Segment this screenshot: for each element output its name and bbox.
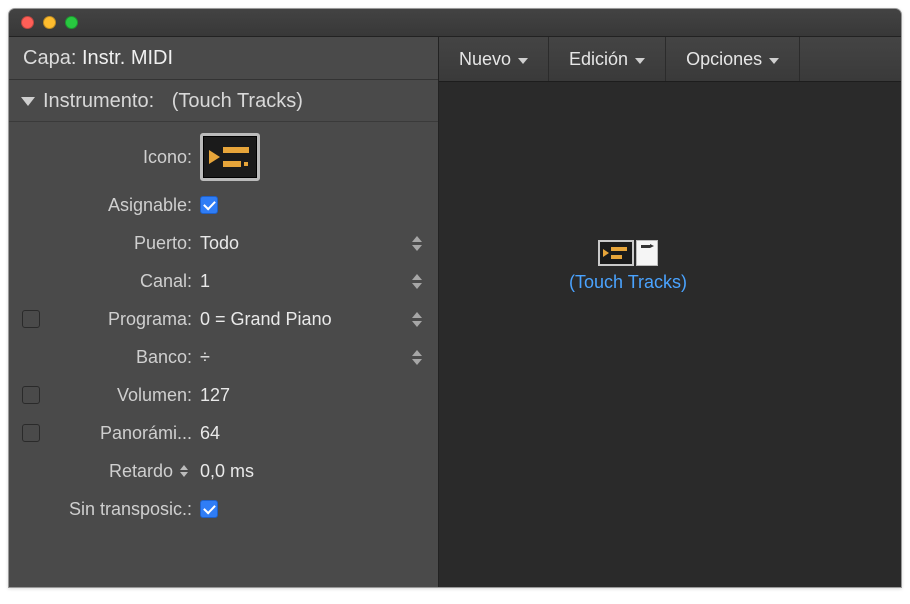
instrument-label: Instrumento: bbox=[43, 90, 154, 113]
canvas-toolbar: Nuevo Edición Opciones bbox=[439, 37, 901, 82]
panoramica-enable-checkbox[interactable] bbox=[22, 424, 40, 442]
asignable-label: Asignable: bbox=[57, 195, 192, 216]
object-label[interactable]: (Touch Tracks) bbox=[569, 272, 687, 293]
nuevo-label: Nuevo bbox=[459, 49, 511, 70]
programa-stepper[interactable] bbox=[412, 307, 426, 331]
chevron-down-icon bbox=[769, 58, 779, 64]
object-port-icon bbox=[636, 240, 658, 266]
retardo-label: Retardo bbox=[109, 461, 173, 482]
parameter-list: Icono: Asignable: bbox=[9, 122, 438, 534]
programa-enable-checkbox[interactable] bbox=[22, 310, 40, 328]
object-icon-group bbox=[569, 240, 687, 266]
programa-label: Programa: bbox=[57, 309, 192, 330]
icono-label: Icono: bbox=[57, 147, 192, 168]
sintrans-checkbox[interactable] bbox=[200, 500, 218, 518]
disclosure-triangle-icon[interactable] bbox=[21, 97, 35, 106]
canvas-body[interactable]: (Touch Tracks) bbox=[439, 82, 901, 587]
instrument-section-header[interactable]: Instrumento: (Touch Tracks) bbox=[9, 80, 438, 122]
asignable-checkbox[interactable] bbox=[200, 196, 218, 214]
touch-tracks-icon bbox=[598, 240, 634, 266]
canal-label: Canal: bbox=[57, 271, 192, 292]
panoramica-value[interactable]: 64 bbox=[200, 423, 220, 444]
nuevo-menu[interactable]: Nuevo bbox=[439, 37, 549, 81]
touch-tracks-object[interactable]: (Touch Tracks) bbox=[569, 240, 687, 293]
banco-value[interactable]: ÷ bbox=[200, 347, 210, 368]
volumen-enable-checkbox[interactable] bbox=[22, 386, 40, 404]
close-window-button[interactable] bbox=[21, 16, 34, 29]
retardo-selector[interactable]: Retardo bbox=[109, 461, 192, 482]
app-window: Capa: Instr. MIDI Instrumento: (Touch Tr… bbox=[8, 8, 902, 588]
inspector-panel: Capa: Instr. MIDI Instrumento: (Touch Tr… bbox=[9, 37, 439, 587]
chevron-down-icon bbox=[635, 58, 645, 64]
zoom-window-button[interactable] bbox=[65, 16, 78, 29]
banco-label: Banco: bbox=[57, 347, 192, 368]
chevron-down-icon bbox=[518, 58, 528, 64]
layer-label: Capa: bbox=[23, 47, 76, 69]
volumen-label: Volumen: bbox=[57, 385, 192, 406]
icon-selector[interactable] bbox=[200, 133, 260, 181]
opciones-menu[interactable]: Opciones bbox=[666, 37, 800, 81]
edicion-label: Edición bbox=[569, 49, 628, 70]
canal-stepper[interactable] bbox=[412, 269, 426, 293]
banco-stepper[interactable] bbox=[412, 345, 426, 369]
retardo-value[interactable]: 0,0 ms bbox=[200, 461, 254, 482]
instrument-value: (Touch Tracks) bbox=[172, 90, 303, 113]
puerto-value[interactable]: Todo bbox=[200, 233, 239, 254]
edicion-menu[interactable]: Edición bbox=[549, 37, 666, 81]
puerto-stepper[interactable] bbox=[412, 231, 426, 255]
volumen-value[interactable]: 127 bbox=[200, 385, 230, 406]
inspector-header: Capa: Instr. MIDI bbox=[9, 37, 438, 80]
minimize-window-button[interactable] bbox=[43, 16, 56, 29]
puerto-label: Puerto: bbox=[57, 233, 192, 254]
titlebar bbox=[9, 9, 901, 37]
panoramica-label: Panorámi... bbox=[57, 423, 192, 444]
opciones-label: Opciones bbox=[686, 49, 762, 70]
canal-value[interactable]: 1 bbox=[200, 271, 210, 292]
layer-value: Instr. MIDI bbox=[82, 47, 173, 69]
touch-tracks-icon bbox=[208, 142, 252, 172]
environment-canvas-area: Nuevo Edición Opciones bbox=[439, 37, 901, 587]
retardo-mode-stepper[interactable] bbox=[180, 462, 192, 480]
sintrans-label: Sin transposic.: bbox=[25, 499, 192, 520]
programa-value[interactable]: 0 = Grand Piano bbox=[200, 309, 332, 330]
